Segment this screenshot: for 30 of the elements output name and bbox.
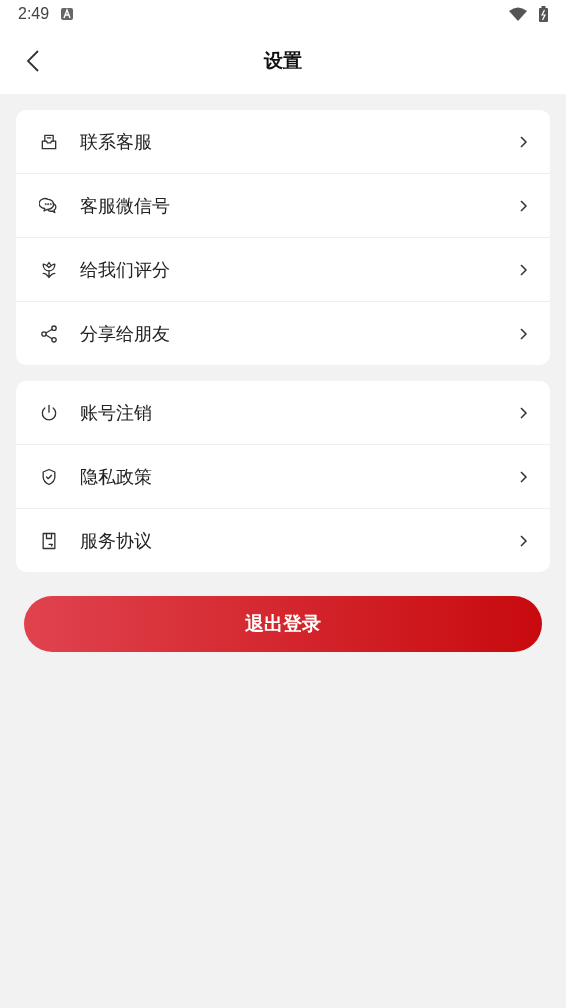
row-label: 账号注销: [80, 400, 153, 425]
wifi-icon: [509, 7, 527, 21]
row-label: 隐私政策: [80, 464, 153, 489]
power-icon: [39, 402, 59, 423]
logout-button[interactable]: 退出登录: [24, 596, 542, 652]
row-label: 联系客服: [80, 129, 153, 154]
chevron-right-icon: [518, 469, 528, 484]
notification-icon: [61, 8, 74, 20]
chevron-right-icon: [518, 533, 528, 548]
chevron-right-icon: [518, 262, 528, 277]
row-label: 客服微信号: [80, 193, 171, 218]
page-title: 设置: [264, 48, 302, 73]
row-label: 服务协议: [80, 528, 153, 553]
battery-icon: [539, 6, 548, 22]
chevron-right-icon: [518, 405, 528, 420]
settings-row[interactable]: 客服微信号: [16, 173, 550, 237]
row-label: 给我们评分: [80, 257, 171, 282]
chevron-right-icon: [518, 134, 528, 149]
chevron-right-icon: [518, 198, 528, 213]
chat-bubbles-icon: [39, 195, 59, 216]
row-label: 分享给朋友: [80, 321, 171, 346]
settings-row[interactable]: 服务协议: [16, 508, 550, 572]
settings-row[interactable]: 给我们评分: [16, 237, 550, 301]
settings-row[interactable]: 联系客服: [16, 110, 550, 173]
settings-row[interactable]: 隐私政策: [16, 444, 550, 508]
settings-row[interactable]: 账号注销: [16, 381, 550, 444]
chevron-right-icon: [518, 326, 528, 341]
settings-row[interactable]: 分享给朋友: [16, 301, 550, 365]
share-icon: [39, 323, 59, 344]
status-time: 2:49: [18, 5, 50, 23]
